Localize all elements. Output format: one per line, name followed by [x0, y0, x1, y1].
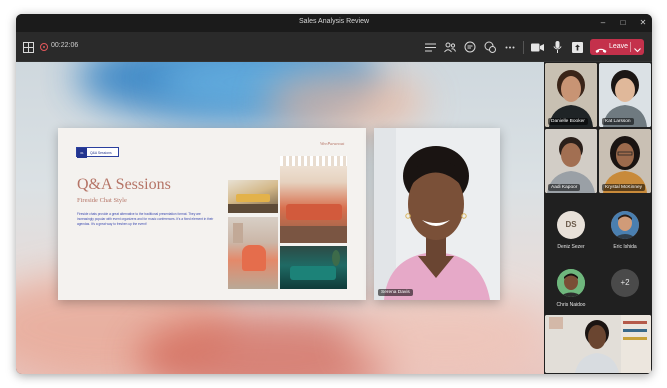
slide-photo-chair	[228, 217, 278, 289]
leave-label: Leave	[609, 43, 629, 50]
participants-icon[interactable]	[442, 39, 458, 55]
microphone-icon[interactable]	[549, 39, 565, 55]
participant-video-tile[interactable]: Aadi Kapoor	[545, 129, 597, 193]
participant-avatar-name: Chris Naidoo	[556, 302, 586, 308]
record-icon	[40, 43, 48, 51]
window-title: Sales Analysis Review	[298, 18, 370, 25]
more-participants-button[interactable]: +2	[611, 269, 639, 297]
leave-button[interactable]: Leave	[590, 39, 644, 55]
chat-bubble-icon[interactable]	[462, 39, 478, 55]
chat-list-icon[interactable]	[422, 39, 438, 55]
shared-presentation-slide[interactable]: 01 Q&A Sessions WeeParanoat Q&A Sessions…	[58, 128, 366, 300]
presenter-name-label: Serena Davis	[378, 289, 413, 296]
slide-tag-label: Q&A Sessions	[90, 151, 112, 155]
reactions-icon[interactable]	[482, 39, 498, 55]
participant-avatar-photo[interactable]	[557, 269, 585, 297]
participant-name-label: Krystal McKinney	[602, 184, 646, 191]
background-blob-peach	[346, 292, 544, 374]
slide-photo-lounge	[228, 180, 278, 213]
participant-roster: Danielle Booker Kat Larsson Aadi Kapoor	[544, 62, 652, 374]
background-blob-orange	[266, 72, 426, 132]
close-icon[interactable]: ✕	[636, 16, 650, 30]
slide-section-tag: 01 Q&A Sessions	[76, 147, 119, 158]
slide-photo-green-room	[280, 246, 347, 289]
presenter-video-tile[interactable]: Serena Davis	[374, 128, 500, 300]
minimize-icon[interactable]: –	[596, 16, 610, 30]
toolbar-separator	[523, 41, 524, 54]
participant-name-label: Aadi Kapoor	[548, 184, 581, 191]
chevron-down-icon[interactable]	[633, 42, 642, 60]
more-icon[interactable]	[502, 39, 518, 55]
participant-video-tile[interactable]: Krystal McKinney	[599, 129, 651, 193]
meeting-stage: 01 Q&A Sessions WeeParanoat Q&A Sessions…	[16, 62, 544, 374]
slide-photo-restaurant	[280, 156, 347, 243]
phone-hangup-icon	[595, 42, 607, 60]
layout-grid-icon[interactable]	[20, 39, 36, 55]
teams-meeting-window: Sales Analysis Review – □ ✕ 00:22:06 Lea…	[16, 14, 652, 374]
slide-body-text: Fireside chats provide a great alternati…	[77, 212, 214, 227]
presenter-portrait	[374, 128, 500, 300]
self-portrait	[545, 315, 651, 373]
participant-video-tile[interactable]: Danielle Booker	[545, 63, 597, 127]
participant-name-label: Danielle Booker	[548, 118, 588, 125]
share-icon[interactable]	[569, 39, 585, 55]
self-video-tile[interactable]	[545, 315, 651, 373]
participant-avatar-name: Deniz Sezer	[557, 244, 585, 250]
meeting-toolbar: 00:22:06 Leave	[16, 32, 652, 62]
participant-name-label: Kat Larsson	[602, 118, 634, 125]
slide-subtitle: Fireside Chat Style	[77, 197, 127, 204]
meeting-timer: 00:22:06	[51, 42, 79, 49]
participant-avatar-initials[interactable]: DS	[557, 211, 585, 239]
maximize-icon[interactable]: □	[616, 16, 630, 30]
participant-avatar-photo[interactable]	[611, 211, 639, 239]
title-bar: Sales Analysis Review – □ ✕	[16, 14, 652, 32]
slide-tag-number: 01	[77, 148, 87, 158]
participant-video-tile[interactable]: Kat Larsson	[599, 63, 651, 127]
slide-brand-logo: WeeParanoat	[320, 141, 345, 146]
leave-divider	[630, 42, 631, 52]
participant-avatar-name: Eric Ishida	[613, 244, 637, 250]
camera-icon[interactable]	[529, 39, 545, 55]
slide-title: Q&A Sessions	[77, 176, 171, 193]
